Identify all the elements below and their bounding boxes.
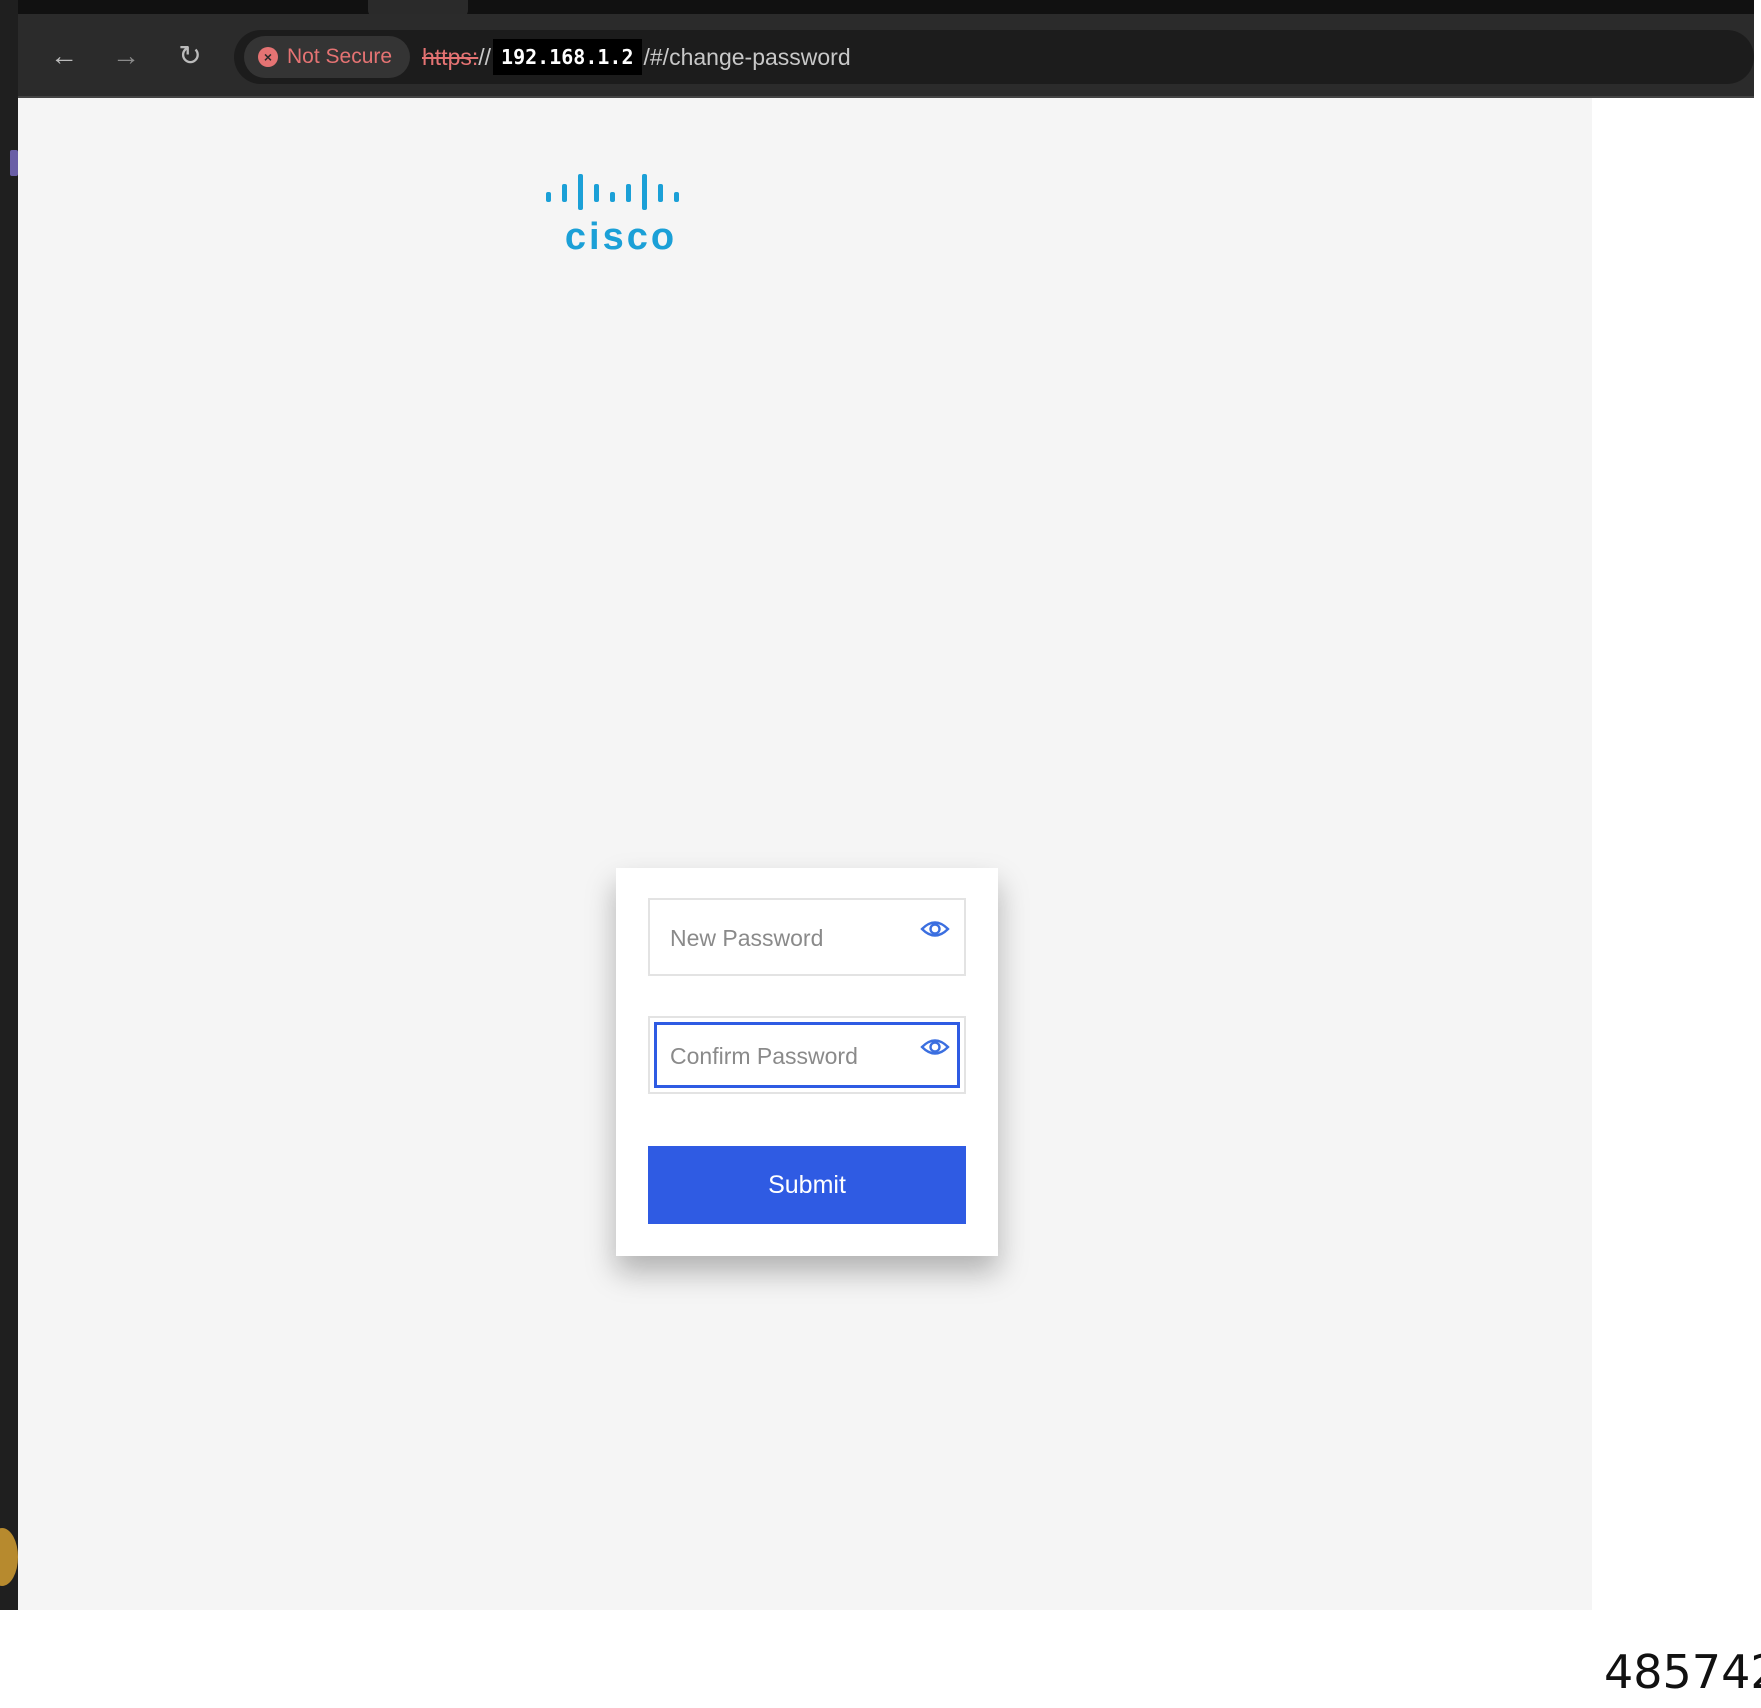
url-slashes: // bbox=[478, 43, 492, 70]
cisco-logo: cisco bbox=[546, 172, 696, 258]
new-password-input[interactable] bbox=[668, 900, 912, 976]
change-password-card: Submit bbox=[616, 868, 998, 1256]
security-label: Not Secure bbox=[287, 45, 393, 68]
security-indicator[interactable]: × Not Secure bbox=[244, 36, 411, 78]
confirm-password-field[interactable] bbox=[648, 1016, 966, 1094]
show-password-eye-icon[interactable] bbox=[920, 918, 950, 940]
address-bar[interactable]: × Not Secure https://192.168.1.2/#/chang… bbox=[234, 30, 1754, 84]
show-confirm-password-eye-icon[interactable] bbox=[920, 1036, 950, 1058]
side-panel-avatar[interactable] bbox=[0, 1528, 18, 1586]
reload-icon[interactable]: ↻ bbox=[172, 38, 208, 74]
confirm-password-input[interactable] bbox=[668, 1018, 912, 1094]
new-password-field[interactable] bbox=[648, 898, 966, 976]
warning-icon: × bbox=[258, 47, 278, 67]
url-text[interactable]: https://192.168.1.2/#/change-password bbox=[422, 30, 851, 84]
back-arrow-icon[interactable]: ← bbox=[46, 38, 82, 74]
side-panel-marker bbox=[10, 150, 18, 176]
cisco-bars-icon bbox=[546, 174, 679, 210]
browser-toolbar: ← → ↻ × Not Secure https://192.168.1.2/#… bbox=[18, 14, 1754, 98]
forward-arrow-icon[interactable]: → bbox=[108, 38, 144, 74]
cisco-wordmark: cisco bbox=[564, 216, 678, 258]
url-host: 192.168.1.2 bbox=[493, 39, 642, 75]
side-panel-edge bbox=[0, 0, 18, 1610]
submit-button[interactable]: Submit bbox=[648, 1146, 966, 1224]
url-scheme: https: bbox=[422, 43, 479, 70]
figure-number: 485742 bbox=[1604, 1645, 1761, 1699]
page-viewport: cisco Submit bbox=[18, 98, 1592, 1610]
url-path: /#/change-password bbox=[643, 43, 851, 70]
